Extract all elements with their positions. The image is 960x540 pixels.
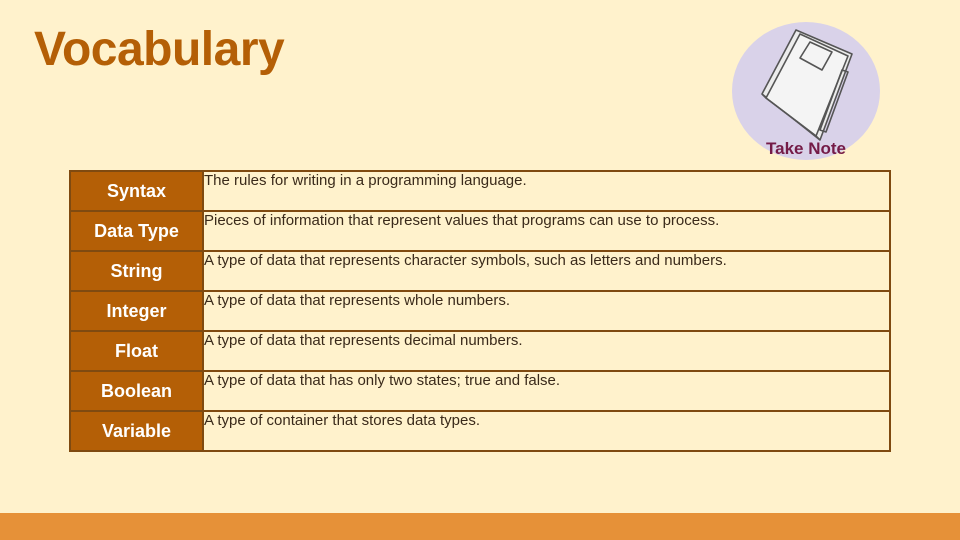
notebook-icon [761,29,853,141]
vocab-term: Syntax [69,170,204,212]
table-row: Boolean A type of data that has only two … [69,370,891,412]
vocab-definition: A type of data that represents decimal n… [202,330,891,372]
table-row: Syntax The rules for writing in a program… [69,170,891,212]
vocab-definition: A type of data that has only two states;… [202,370,891,412]
vocab-definition: A type of container that stores data typ… [202,410,891,452]
table-row: String A type of data that represents cha… [69,250,891,292]
vocab-term: Integer [69,290,204,332]
vocab-term: Data Type [69,210,204,252]
badge-label: Take Note [766,139,846,158]
table-row: Variable A type of container that stores … [69,410,891,452]
vocab-term: Boolean [69,370,204,412]
vocab-definition: A type of data that represents whole num… [202,290,891,332]
vocab-term: Variable [69,410,204,452]
table-row: Integer A type of data that represents wh… [69,290,891,332]
vocab-definition: The rules for writing in a programming l… [202,170,891,212]
table-row: Data Type Pieces of information that repr… [69,210,891,252]
table-row: Float A type of data that represents deci… [69,330,891,372]
vocab-definition: Pieces of information that represent val… [202,210,891,252]
vocabulary-table: Syntax The rules for writing in a program… [69,170,891,452]
footer-bar [0,513,960,540]
vocab-definition: A type of data that represents character… [202,250,891,292]
take-note-badge: Take Note [732,22,880,170]
slide-title: Vocabulary [34,23,285,76]
vocab-term: String [69,250,204,292]
vocab-term: Float [69,330,204,372]
